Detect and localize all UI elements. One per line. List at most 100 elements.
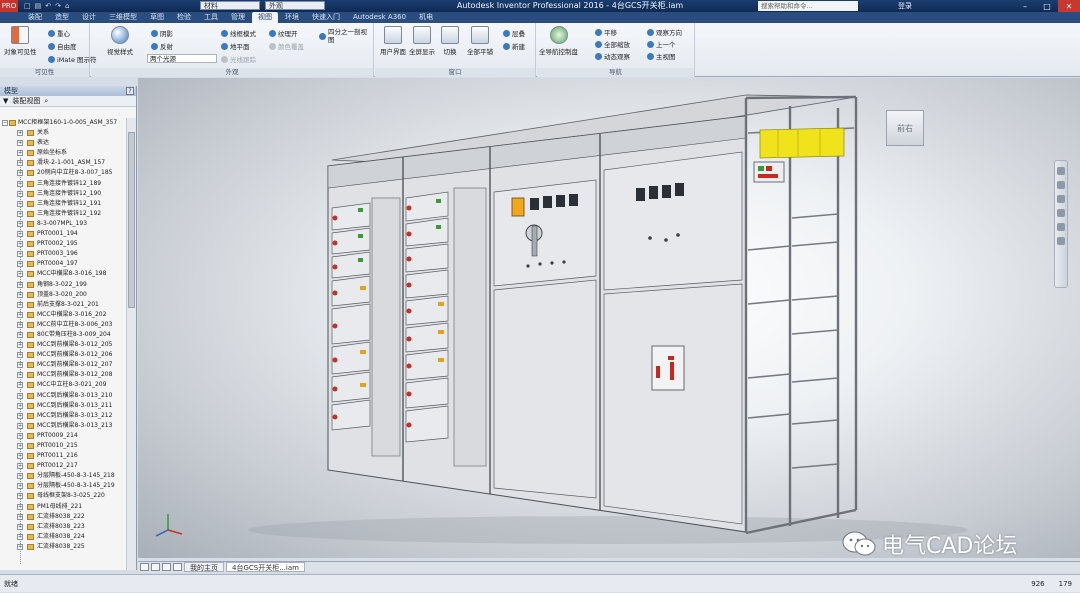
tree-root-assembly[interactable]: − MCC柜框架160-1-0-005_ASM_357 bbox=[0, 118, 126, 128]
minimize-icon[interactable]: – bbox=[1014, 0, 1036, 12]
cascade-docs-icon[interactable] bbox=[151, 563, 160, 571]
browser-help-button[interactable]: ? bbox=[126, 87, 134, 95]
tree-item[interactable]: + 三角连接件镀锌12_190 bbox=[0, 189, 126, 199]
tab-assemble[interactable]: 装配 bbox=[22, 12, 48, 23]
qat-redo-icon[interactable]: ↷ bbox=[55, 2, 61, 10]
full-navigation-wheel-button[interactable]: 全导航控制盘 bbox=[539, 26, 578, 56]
lighting-style-select[interactable]: 两个光源 bbox=[147, 54, 217, 63]
graphics-viewport[interactable]: 前右 bbox=[138, 78, 1080, 558]
tab-tools[interactable]: 工具 bbox=[198, 12, 224, 23]
nav-more-icon[interactable] bbox=[1057, 237, 1065, 245]
tree-item[interactable]: + 前后支撑8-3-021_201 bbox=[0, 300, 126, 310]
filter-icon[interactable]: ▼ bbox=[3, 97, 8, 105]
tree-item[interactable]: + MCC中横梁8-3-016_198 bbox=[0, 269, 126, 279]
tree-item[interactable]: + MCC到前横梁8-3-012_205 bbox=[0, 340, 126, 350]
tree-item[interactable]: + MCC中横梁8-3-016_202 bbox=[0, 310, 126, 320]
tree-item[interactable]: + 母线框支架8-3-025_220 bbox=[0, 491, 126, 501]
previous-view-button[interactable]: 上一个 bbox=[647, 39, 676, 49]
tab-electromechanical[interactable]: 机电 bbox=[413, 12, 439, 23]
tree-item[interactable]: + 汇流排8038_223 bbox=[0, 522, 126, 532]
zoom-all-button[interactable]: 全部缩放 bbox=[595, 39, 630, 49]
expand-toggle-icon[interactable]: + bbox=[17, 281, 23, 288]
expand-toggle-icon[interactable]: + bbox=[17, 321, 23, 328]
appearance-select[interactable]: 外观 bbox=[265, 1, 325, 10]
switch-window-button[interactable]: 切换 bbox=[441, 26, 459, 56]
expand-toggle-icon[interactable]: + bbox=[17, 402, 23, 409]
orbit-button[interactable]: 动态观察 bbox=[595, 51, 630, 61]
tab-manage[interactable]: 管理 bbox=[225, 12, 251, 23]
tab-a360[interactable]: Autodesk A360 bbox=[347, 12, 412, 23]
tree-item[interactable]: + 三角连接件镀锌12_189 bbox=[0, 179, 126, 189]
imate-glyph-toggle[interactable]: iMate 图示符 bbox=[48, 54, 97, 64]
expand-toggle-icon[interactable]: + bbox=[17, 362, 23, 369]
tree-item[interactable]: + PRT0011_216 bbox=[0, 451, 126, 461]
nav-orbit-icon[interactable] bbox=[1057, 209, 1065, 217]
expand-toggle-icon[interactable]: + bbox=[17, 231, 23, 238]
expand-toggle-icon[interactable]: + bbox=[17, 291, 23, 298]
tree-item[interactable]: + 汇流排8038_225 bbox=[0, 542, 126, 552]
tree-item[interactable]: + 分层隔板-450-8-3-145_218 bbox=[0, 471, 126, 481]
degrees-of-freedom-toggle[interactable]: 自由度 bbox=[48, 41, 77, 51]
tab-design[interactable]: 设计 bbox=[76, 12, 102, 23]
browser-scroll-thumb[interactable] bbox=[128, 132, 135, 308]
tab-environments[interactable]: 环境 bbox=[279, 12, 305, 23]
pan-button[interactable]: 平移 bbox=[595, 27, 617, 37]
tree-item[interactable]: + MCC中立柱8-3-021_209 bbox=[0, 380, 126, 390]
wireframe-mode-button[interactable]: 线框模式 bbox=[221, 28, 256, 38]
expand-toggle-icon[interactable]: + bbox=[17, 543, 23, 550]
expand-toggle-icon[interactable]: + bbox=[17, 200, 23, 207]
nav-lookat-icon[interactable] bbox=[1057, 223, 1065, 231]
material-select[interactable]: 材料 bbox=[200, 1, 260, 10]
tree-item[interactable]: + 原始坐标系 bbox=[0, 148, 126, 158]
expand-toggle-icon[interactable]: + bbox=[17, 140, 23, 147]
expand-toggle-icon[interactable]: + bbox=[17, 392, 23, 399]
expand-toggle-icon[interactable]: + bbox=[17, 342, 23, 349]
tree-item[interactable]: + MCC到前横梁8-3-012_208 bbox=[0, 370, 126, 380]
expand-toggle-icon[interactable]: + bbox=[17, 483, 23, 490]
nav-pan-icon[interactable] bbox=[1057, 181, 1065, 189]
tree-item[interactable]: + MCC到前横梁8-3-012_207 bbox=[0, 360, 126, 370]
qat-new-icon[interactable]: □ bbox=[24, 2, 31, 10]
tab-sketch[interactable]: 草图 bbox=[144, 12, 170, 23]
tab-assembly-document[interactable]: 4台GCS开关柜...iam bbox=[226, 562, 305, 572]
expand-toggle-icon[interactable]: + bbox=[17, 493, 23, 500]
tile-docs-icon[interactable] bbox=[140, 563, 149, 571]
cascade-button[interactable]: 层叠 bbox=[503, 28, 525, 38]
qat-home-icon[interactable]: ⌂ bbox=[65, 2, 69, 10]
tree-item[interactable]: + MCC前中立柱8-3-006_203 bbox=[0, 320, 126, 330]
center-of-gravity-toggle[interactable]: 重心 bbox=[48, 28, 70, 38]
tree-item[interactable]: +20侧向中立柱8-3-007_185 bbox=[0, 168, 126, 178]
expand-toggle-icon[interactable]: + bbox=[17, 533, 23, 540]
tree-item[interactable]: + MCC到前横梁8-3-012_206 bbox=[0, 350, 126, 360]
reflections-button[interactable]: 反射 bbox=[151, 41, 173, 51]
expand-toggle-icon[interactable]: + bbox=[17, 220, 23, 227]
qat-undo-icon[interactable]: ↶ bbox=[45, 2, 51, 10]
tree-item[interactable]: + 滑块-2-1-001_ASM_157 bbox=[0, 158, 126, 168]
navigation-bar[interactable] bbox=[1054, 160, 1068, 288]
expand-toggle-icon[interactable]: + bbox=[17, 352, 23, 359]
tab-my-home[interactable]: 我的主页 bbox=[184, 562, 224, 572]
expand-toggle-icon[interactable]: + bbox=[17, 382, 23, 389]
quarter-section-button[interactable]: 四分之一剖视图 bbox=[319, 28, 368, 44]
shadows-button[interactable]: 阴影 bbox=[151, 28, 173, 38]
expand-toggle-icon[interactable]: + bbox=[17, 432, 23, 439]
menu-docs-icon[interactable] bbox=[173, 563, 182, 571]
expand-toggle-icon[interactable]: + bbox=[17, 241, 23, 248]
tree-item[interactable]: + 三角连接件镀锌12_191 bbox=[0, 199, 126, 209]
close-icon[interactable]: ✕ bbox=[1058, 0, 1080, 12]
expand-toggle-icon[interactable]: + bbox=[17, 271, 23, 278]
nav-wheel-icon[interactable] bbox=[1057, 167, 1065, 175]
tree-item[interactable]: + PRT0002_195 bbox=[0, 239, 126, 249]
expand-toggle-icon[interactable]: + bbox=[17, 160, 23, 167]
tree-item[interactable]: + 关系 bbox=[0, 128, 126, 138]
tab-view[interactable]: 视图 bbox=[252, 12, 278, 23]
tree-item[interactable]: + PRT0010_215 bbox=[0, 441, 126, 451]
tree-item[interactable]: + MCC到后横梁8-3-013_212 bbox=[0, 411, 126, 421]
tab-inspect[interactable]: 检验 bbox=[171, 12, 197, 23]
tree-item[interactable]: + 角钢8-3-022_199 bbox=[0, 280, 126, 290]
expand-toggle-icon[interactable]: + bbox=[17, 261, 23, 268]
tree-item[interactable]: +80C带角压柱8-3-009_204 bbox=[0, 330, 126, 340]
new-window-button[interactable]: 新建 bbox=[503, 41, 525, 51]
expand-toggle-icon[interactable]: + bbox=[17, 412, 23, 419]
expand-toggle-icon[interactable]: + bbox=[17, 523, 23, 530]
